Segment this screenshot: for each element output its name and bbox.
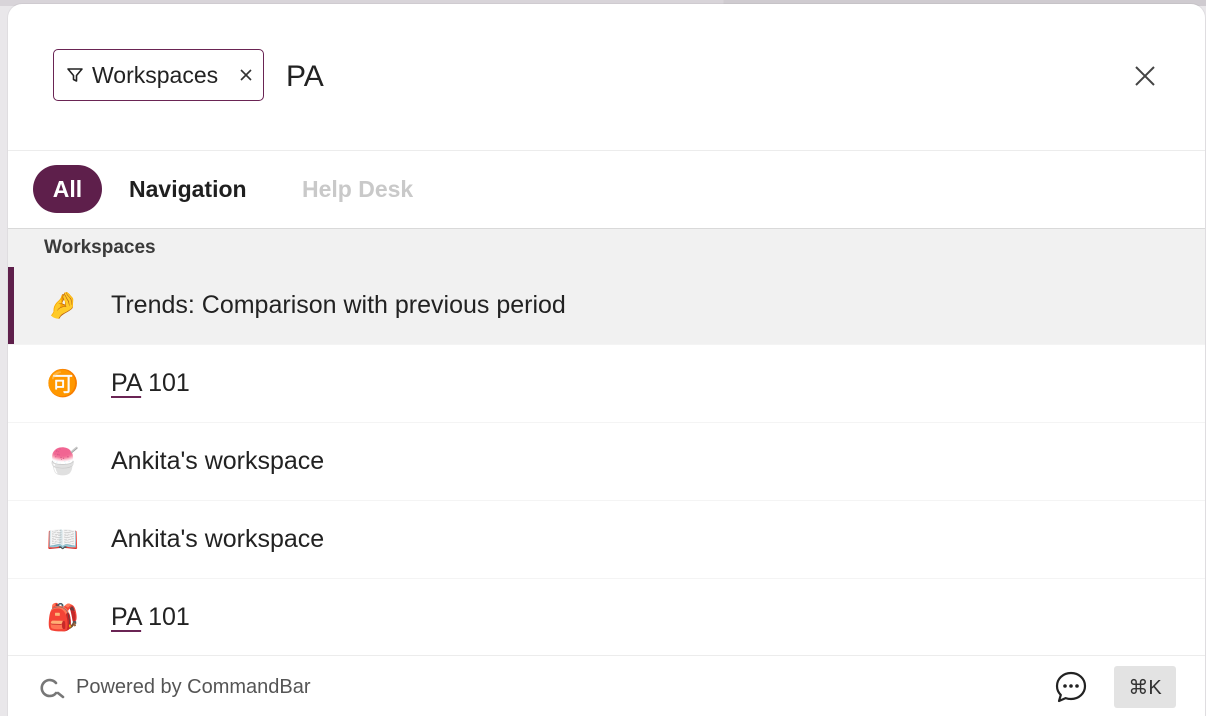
result-row[interactable]: 🤌 Trends: Comparison with previous perio… [8, 267, 1205, 345]
shaved-ice-icon: 🍧 [46, 446, 80, 476]
category-tabs: All Navigation Help Desk [8, 150, 1205, 229]
workspaces-filter-chip[interactable]: Workspaces [53, 49, 264, 101]
close-icon [1135, 66, 1155, 86]
commandbar-logo-icon [36, 677, 66, 699]
palette-footer: Powered by CommandBar ⌘K [8, 655, 1205, 716]
chat-bubble-icon [1055, 671, 1087, 703]
result-text: Trends: Comparison with previous period [111, 291, 566, 319]
close-button[interactable] [1130, 61, 1160, 91]
results-list: 🤌 Trends: Comparison with previous perio… [8, 267, 1205, 657]
result-text: Ankita's workspace [111, 447, 325, 475]
open-book-icon: 📖 [46, 524, 80, 554]
chat-button[interactable] [1054, 670, 1088, 704]
result-text: 101 [141, 603, 190, 631]
result-text: 101 [141, 369, 190, 397]
filter-icon [66, 66, 84, 84]
tab-help-desk[interactable]: Help Desk [302, 165, 413, 213]
pinched-fingers-icon: 🤌 [46, 290, 80, 320]
result-label: PA 101 [111, 369, 190, 398]
result-row[interactable]: 🉑 PA 101 [8, 345, 1205, 423]
remove-filter-icon[interactable] [239, 68, 253, 82]
result-label: PA 101 [111, 603, 190, 632]
result-label: Ankita's workspace [111, 525, 324, 554]
search-input[interactable] [284, 54, 988, 100]
tab-navigation[interactable]: Navigation [129, 165, 247, 213]
result-match: PA [111, 369, 142, 397]
result-match: PA [111, 603, 142, 631]
command-palette: Workspaces All Navigation Help Desk Work… [8, 4, 1205, 716]
result-label: Ankita's workspace [111, 447, 324, 476]
search-bar: Workspaces [8, 4, 1205, 151]
result-row[interactable]: 📖 Ankita's workspace [8, 501, 1205, 579]
result-label: Trends: Comparison with previous period [111, 291, 566, 320]
powered-by[interactable]: Powered by CommandBar [36, 676, 311, 699]
keyboard-shortcut-badge: ⌘K [1114, 666, 1176, 708]
section-title-workspaces: Workspaces [8, 229, 1205, 267]
accept-kanji-icon: 🉑 [46, 368, 80, 398]
powered-by-text: Powered by CommandBar [76, 676, 311, 698]
result-text: Ankita's workspace [111, 525, 325, 553]
result-row[interactable]: 🎒 PA 101 [8, 579, 1205, 657]
backpack-icon: 🎒 [46, 602, 80, 632]
result-row[interactable]: 🍧 Ankita's workspace [8, 423, 1205, 501]
tab-all[interactable]: All [33, 165, 102, 213]
filter-chip-label: Workspaces [92, 61, 219, 88]
